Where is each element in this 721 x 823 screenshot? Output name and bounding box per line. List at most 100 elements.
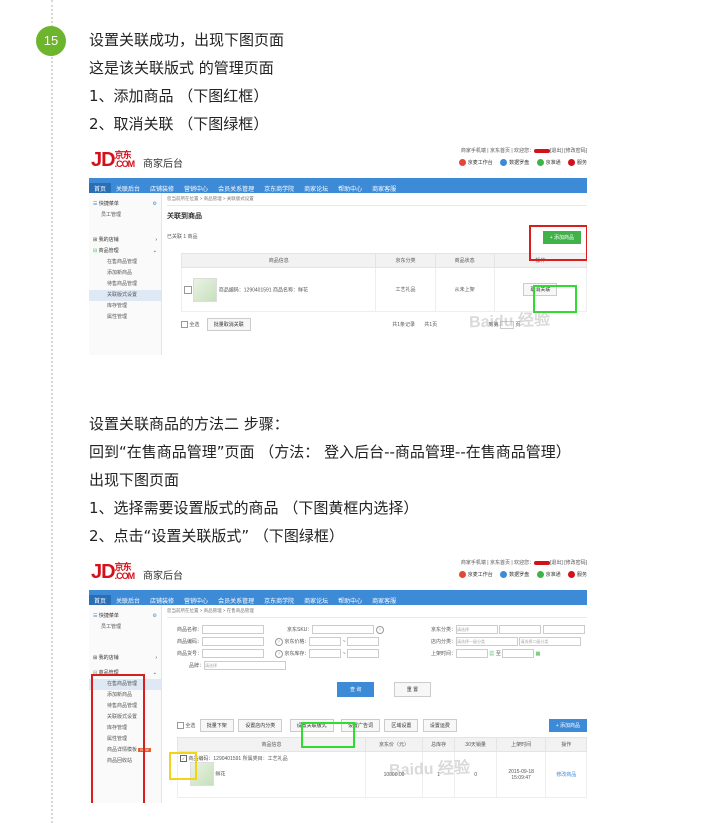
method-text: 设置关联商品的方法二 步骤： 回到“在售商品管理”页面 （方法： 登入后台--商… <box>89 410 571 550</box>
main-nav: 首页 关联后台 店铺装修 营销中心 会员关系管理 京东商学院 商家论坛 帮助中心 商家客服 <box>89 590 587 610</box>
top-link[interactable]: 京麦工作台 <box>458 159 493 167</box>
batch-cancel-button[interactable]: 批量取消关联 <box>206 318 251 331</box>
sidebar-item-staff[interactable]: 员工管理 <box>89 210 161 221</box>
search-button[interactable]: 查 询 <box>337 682 375 697</box>
breadcrumb: 您当前所在位置 > 商品管理 > 关联版式设置 <box>167 193 587 206</box>
chevron-down-icon: ⌄ <box>152 248 157 254</box>
price-max-input[interactable] <box>347 637 380 646</box>
select-all-checkbox[interactable] <box>177 722 184 730</box>
help-icon[interactable]: ? <box>275 637 283 646</box>
sidebar-my-shop[interactable]: ⊞ 我的店铺 › <box>89 653 161 664</box>
shop-category-select-2[interactable]: 请选择二级分类 <box>519 637 582 646</box>
jzt-icon <box>536 571 544 579</box>
row-checkbox[interactable] <box>184 285 192 294</box>
brand-select[interactable]: 请选择 <box>204 661 287 670</box>
gear-icon[interactable]: ⚙ <box>153 611 157 622</box>
goods-category: 所属类目：工艺礼品 <box>242 756 288 762</box>
calendar-icon[interactable]: ▦ <box>536 651 541 657</box>
quick-menu[interactable]: ☰ 快捷菜单 ⚙ <box>89 611 161 622</box>
filter-time: 上架时间： ▦ 至 ▦ <box>431 649 541 658</box>
top-account-bar: 商家手机端 | 京东首页 | 欢迎您： [退出] [修改密码] <box>460 560 587 566</box>
watermark: Baidu 经验 <box>388 759 471 780</box>
main-nav: 首页 关联后台 店铺装修 营销中心 会员关系管理 京东商学院 商家论坛 帮助中心 商家客服 <box>89 178 587 198</box>
set-shop-category-button[interactable]: 设置店内分类 <box>238 719 283 732</box>
item-no-input[interactable] <box>202 649 265 658</box>
step-number-badge: 15 <box>36 26 66 56</box>
stock-min-input[interactable] <box>309 649 342 658</box>
method-line: 设置关联商品的方法二 步骤： <box>89 415 289 433</box>
pager-pages: 共1页 <box>424 322 438 328</box>
col-header: 商品状态 <box>434 253 495 268</box>
filter-price: ? 京东价格： ~ <box>275 637 380 646</box>
jm-icon <box>458 159 466 167</box>
method-line: 出现下图页面 <box>89 471 180 489</box>
intro-line: 设置关联成功，出现下图页面 <box>89 31 285 49</box>
chevron-right-icon: › <box>155 237 157 243</box>
top-link[interactable]: 京麦工作台 <box>458 571 493 579</box>
sidebar-sub-item[interactable]: 属性管理 <box>89 312 161 323</box>
reset-button[interactable]: 重 置 <box>393 682 432 697</box>
sidebar-sub-item[interactable]: 库存管理 <box>89 301 161 312</box>
select-all-label: 全选 <box>189 322 200 328</box>
content-area: 您当前所在位置 > 商品管理 > 在售商品管理 商品名称： 商品编码： 商品货号… <box>167 605 587 798</box>
col-header: 京东分类 <box>375 253 436 268</box>
status-cell: 从未上架 <box>434 267 495 312</box>
sku-input[interactable] <box>312 625 375 634</box>
help-icon[interactable]: ? <box>375 625 384 634</box>
code-input[interactable] <box>202 637 265 646</box>
goods-info-cell: 商品编码：1290401591 商品名称：鲜花 <box>180 267 377 312</box>
jd-category-select-3[interactable] <box>542 625 585 634</box>
add-goods-button[interactable]: + 添加商品 <box>548 719 587 732</box>
region-settings-button[interactable]: 区域设置 <box>384 719 419 732</box>
chevron-down-icon: ⌄ <box>152 670 157 676</box>
pager-total: 共1条记录 <box>392 322 415 328</box>
sidebar-sub-item-active[interactable]: 关联版式设置 <box>89 290 161 301</box>
intro-line: 2、取消关联 （下图绿框） <box>89 115 269 133</box>
filter-jd-category: 京东分类：请选择 <box>431 625 585 634</box>
shop-category-select-1[interactable]: 请选择一级分类 <box>456 637 519 646</box>
quick-menu[interactable]: ☰ 快捷菜单 ⚙ <box>89 199 161 210</box>
top-link[interactable]: 数据罗盘 <box>500 159 529 167</box>
help-icon[interactable]: ? <box>275 649 283 658</box>
select-all-checkbox[interactable] <box>181 321 188 329</box>
sidebar-sub-item[interactable]: 在售商品管理 <box>89 257 161 268</box>
sidebar-item-staff[interactable]: 员工管理 <box>89 622 161 633</box>
sidebar-goods-mgmt[interactable]: ⊟ 商品管理 ⌄ <box>89 246 161 257</box>
set-freight-button[interactable]: 设置运费 <box>422 719 457 732</box>
backend-title: 商家后台 <box>143 159 183 170</box>
jzt-icon <box>536 159 544 167</box>
top-link[interactable]: 服务 <box>567 159 587 167</box>
red-highlight-box <box>529 225 587 261</box>
gear-icon[interactable]: ⚙ <box>153 199 157 210</box>
sidebar-sub-item[interactable]: 添加新商品 <box>89 268 161 279</box>
compass-icon <box>500 571 508 579</box>
jd-logo: JD京东 .COM <box>91 149 135 171</box>
sidebar-sub-item[interactable]: 待售商品管理 <box>89 279 161 290</box>
top-link[interactable]: 京准通 <box>536 571 561 579</box>
stock-max-input[interactable] <box>347 649 380 658</box>
top-link[interactable]: 服务 <box>567 571 587 579</box>
sidebar-my-shop[interactable]: ⊞ 我的店铺 › <box>89 235 161 246</box>
col-header: 商品信息 <box>180 253 377 268</box>
jd-category-select-2[interactable] <box>499 625 542 634</box>
intro-text: 设置关联成功，出现下图页面 这是该关联版式 的管理页面 1、添加商品 （下图红框… <box>89 26 284 138</box>
top-links: 京麦工作台 数据罗盘 京准通 服务 <box>453 571 587 579</box>
shot-header: JD京东 .COM 商家后台 商家手机端 | 京东首页 | 欢迎您： [退出] [修… <box>89 557 587 587</box>
time-end-input[interactable] <box>502 649 535 658</box>
edit-goods-link[interactable]: 修改商品 <box>556 772 576 778</box>
goods-name: 鲜花 <box>215 771 226 778</box>
time-start-input[interactable] <box>456 649 489 658</box>
goods-thumbnail <box>193 277 218 302</box>
service-icon <box>567 159 575 167</box>
top-link[interactable]: 数据罗盘 <box>500 571 529 579</box>
price-min-input[interactable] <box>309 637 342 646</box>
filter-sku: 京东SKU： ? <box>287 625 384 634</box>
batch-offline-button[interactable]: 批量下架 <box>199 719 234 732</box>
watermark: Baidu 经验 <box>468 311 551 332</box>
name-input[interactable] <box>202 625 265 634</box>
category-cell: 工艺礼品 <box>375 267 436 312</box>
top-link[interactable]: 京准通 <box>536 159 561 167</box>
calendar-icon[interactable]: ▦ <box>489 651 494 657</box>
jd-category-select-1[interactable]: 请选择 <box>456 625 499 634</box>
red-highlight-box <box>91 674 145 803</box>
